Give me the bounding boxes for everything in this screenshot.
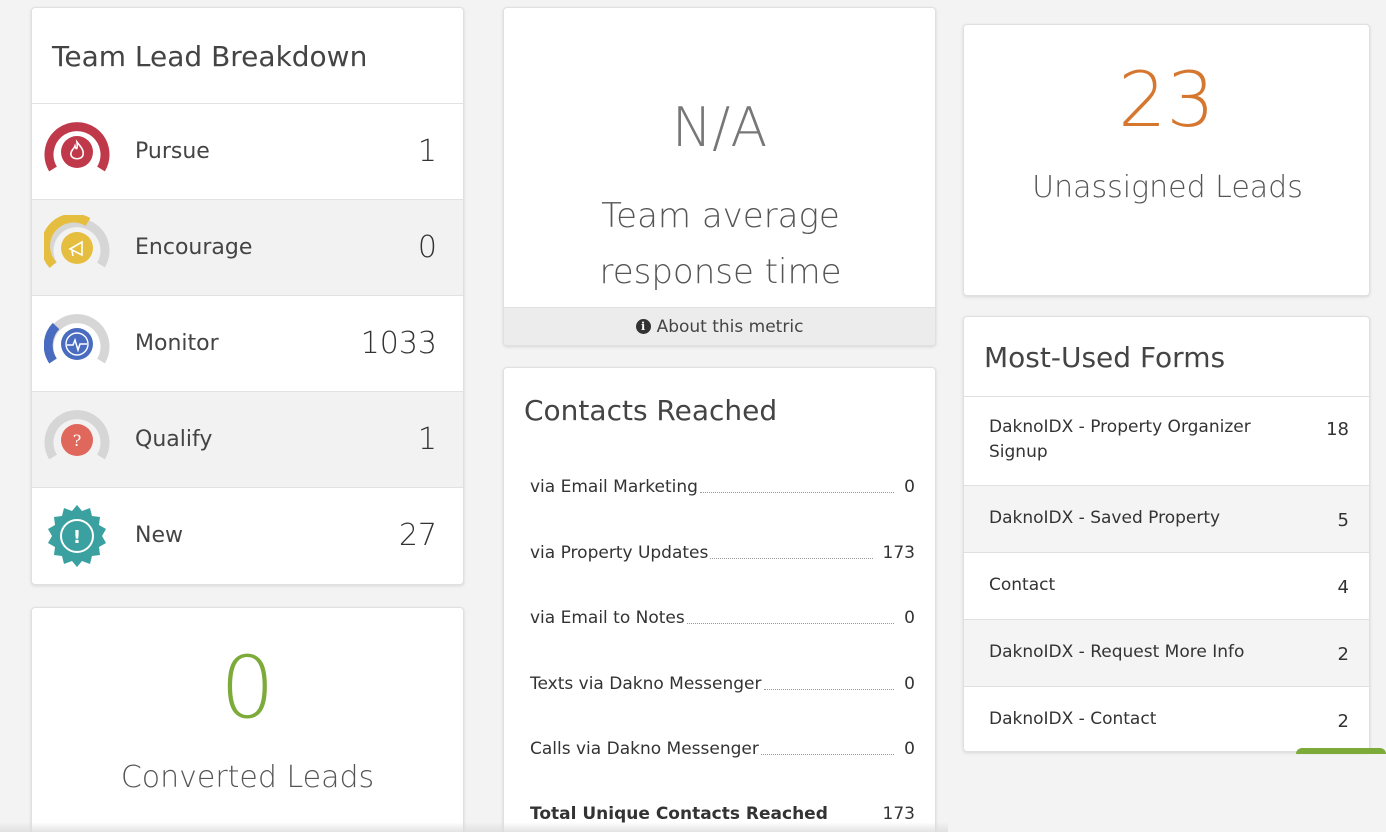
about-metric-label: About this metric xyxy=(656,316,804,337)
lead-count-new: 27 xyxy=(398,518,437,553)
dotted-leader xyxy=(760,754,895,755)
floating-action-button[interactable] xyxy=(1296,748,1386,754)
response-time-value: N/A xyxy=(671,96,768,159)
most-used-forms-title: Most-Used Forms xyxy=(984,341,1226,374)
contact-value: 0 xyxy=(904,477,915,497)
form-name: DaknoIDX - Request More Info xyxy=(989,642,1245,662)
contact-value: 0 xyxy=(904,608,915,628)
dotted-leader xyxy=(763,689,895,690)
contact-row-property-updates: via Property Updates 173 xyxy=(530,539,915,563)
form-name: DaknoIDX - Property Organizer Signup xyxy=(989,417,1251,462)
contact-label: via Email Marketing xyxy=(530,477,698,497)
form-count: 4 xyxy=(1337,577,1349,598)
info-icon: i xyxy=(635,319,651,334)
total-contacts-label: Total Unique Contacts Reached xyxy=(530,804,828,824)
form-count: 2 xyxy=(1337,644,1349,665)
contact-label: Texts via Dakno Messenger xyxy=(530,674,762,694)
contact-label: via Email to Notes xyxy=(530,608,685,628)
contact-label: Calls via Dakno Messenger xyxy=(530,739,759,759)
lead-label-new: New xyxy=(135,523,183,548)
contact-value: 0 xyxy=(904,739,915,759)
lead-row-new[interactable]: ! New 27 xyxy=(32,487,463,583)
lead-label-encourage: Encourage xyxy=(135,235,253,260)
lead-row-pursue[interactable]: Pursue 1 xyxy=(32,103,463,199)
lead-count-monitor: 1033 xyxy=(360,326,437,361)
lead-count-encourage: 0 xyxy=(417,230,437,265)
unassigned-leads-value: 23 xyxy=(1118,55,1215,144)
lead-count-qualify: 1 xyxy=(417,422,437,457)
form-count: 18 xyxy=(1326,419,1349,440)
contacts-reached-title: Contacts Reached xyxy=(524,394,778,427)
unassigned-leads-label: Unassigned Leads xyxy=(1032,170,1303,205)
heartbeat-icon xyxy=(43,311,110,377)
form-row[interactable]: Contact 4 xyxy=(964,552,1369,619)
lead-label-qualify: Qualify xyxy=(135,427,213,452)
lead-count-pursue: 1 xyxy=(417,134,437,169)
converted-leads-card: 0 Converted Leads xyxy=(31,607,464,832)
svg-text:!: ! xyxy=(73,527,81,548)
converted-leads-label: Converted Leads xyxy=(120,760,375,795)
form-count: 5 xyxy=(1337,510,1349,531)
lead-label-monitor: Monitor xyxy=(135,331,219,356)
response-time-label: Team average response time xyxy=(599,196,842,292)
contact-row-total: Total Unique Contacts Reached 173 xyxy=(530,800,915,824)
contacts-reached-card: Contacts Reached via Email Marketing 0 v… xyxy=(503,367,936,832)
converted-leads-value: 0 xyxy=(220,638,275,738)
form-name: DaknoIDX - Saved Property xyxy=(989,508,1221,528)
unassigned-leads-card[interactable]: 23 Unassigned Leads xyxy=(963,24,1370,296)
svg-text:?: ? xyxy=(73,431,82,450)
dotted-leader xyxy=(699,492,895,493)
contact-row-email-marketing: via Email Marketing 0 xyxy=(530,473,915,497)
response-time-card: N/A Team average response time i About t… xyxy=(503,7,936,346)
contact-row-calls-messenger: Calls via Dakno Messenger 0 xyxy=(530,735,915,759)
form-name: Contact xyxy=(989,575,1056,595)
flame-icon xyxy=(44,119,110,185)
contact-value: 173 xyxy=(882,543,915,563)
contact-value: 0 xyxy=(904,674,915,694)
lead-label-pursue: Pursue xyxy=(135,139,210,164)
form-name: DaknoIDX - Contact xyxy=(989,709,1157,729)
dotted-leader xyxy=(686,623,895,624)
lead-row-monitor[interactable]: Monitor 1033 xyxy=(32,295,463,391)
total-contacts-value: 173 xyxy=(882,804,915,824)
form-row[interactable]: DaknoIDX - Request More Info 2 xyxy=(964,619,1369,686)
dotted-leader xyxy=(710,558,873,559)
contact-row-email-to-notes: via Email to Notes 0 xyxy=(530,604,915,628)
contact-row-texts-messenger: Texts via Dakno Messenger 0 xyxy=(530,670,915,694)
team-lead-breakdown-card: Team Lead Breakdown Pursue 1 Encourage 0 xyxy=(31,7,464,585)
exclamation-icon: ! xyxy=(44,503,110,569)
contact-label: via Property Updates xyxy=(530,543,709,563)
most-used-forms-card: Most-Used Forms DaknoIDX - Property Orga… xyxy=(963,316,1370,752)
form-count: 2 xyxy=(1337,711,1349,732)
question-icon: ? xyxy=(44,407,110,473)
scroll-fade xyxy=(0,822,948,832)
lead-row-qualify[interactable]: ? Qualify 1 xyxy=(32,391,463,487)
form-row[interactable]: DaknoIDX - Property Organizer Signup 18 xyxy=(964,396,1369,463)
team-lead-breakdown-title: Team Lead Breakdown xyxy=(52,40,368,73)
megaphone-icon xyxy=(41,213,110,281)
about-metric-link[interactable]: i About this metric xyxy=(504,307,935,345)
form-row[interactable]: DaknoIDX - Saved Property 5 xyxy=(964,485,1369,552)
form-row[interactable]: DaknoIDX - Contact 2 xyxy=(964,686,1369,751)
lead-row-encourage[interactable]: Encourage 0 xyxy=(32,199,463,295)
